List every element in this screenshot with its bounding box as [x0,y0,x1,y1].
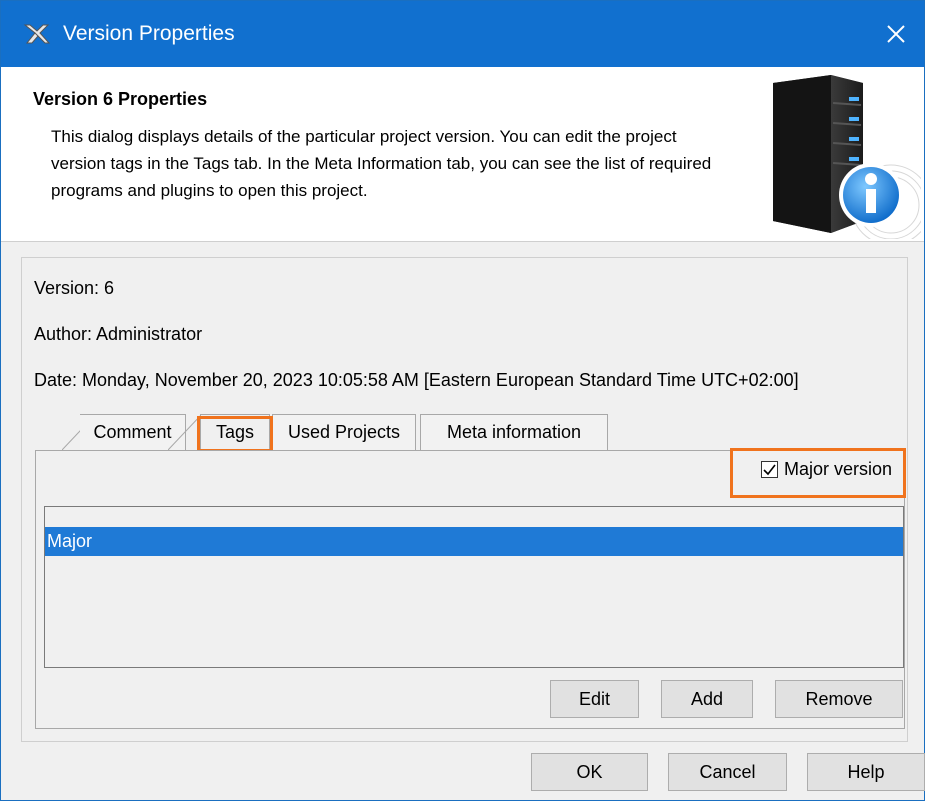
ok-button[interactable]: OK [531,753,648,791]
close-icon [887,25,905,43]
tab-meta-information[interactable]: Meta information [420,414,608,450]
tags-tab-panel: Major version Major Edit Add Remove [35,448,906,729]
tags-list[interactable]: Major [44,506,904,668]
tab-used-projects[interactable]: Used Projects [272,414,416,450]
version-label: Version: 6 [34,278,115,298]
date-label: Date: Monday, November 20, 2023 10:05:58… [34,370,799,390]
version-properties-dialog: Version Properties Version 6 Properties … [0,0,925,801]
major-version-highlight [730,448,906,498]
help-button[interactable]: Help [807,753,925,791]
list-item[interactable]: Major [45,527,903,556]
add-button[interactable]: Add [661,680,753,718]
window-title: Version Properties [63,22,235,45]
header-title: Version 6 Properties [33,89,208,109]
header-description: This dialog displays details of the part… [51,127,712,200]
version-details-panel: Version: 6 Author: Administrator Date: M… [21,257,908,742]
dialog-header: Version 6 Properties This dialog display… [1,67,924,242]
cancel-button[interactable]: Cancel [668,753,787,791]
close-button[interactable] [868,1,924,67]
author-label: Author: Administrator [34,324,203,344]
server-info-icon [773,75,921,239]
app-logo-icon [23,21,51,47]
tags-tab-highlight [197,416,273,452]
remove-button[interactable]: Remove [775,680,903,718]
edit-button[interactable]: Edit [550,680,639,718]
title-bar: Version Properties [1,1,924,67]
